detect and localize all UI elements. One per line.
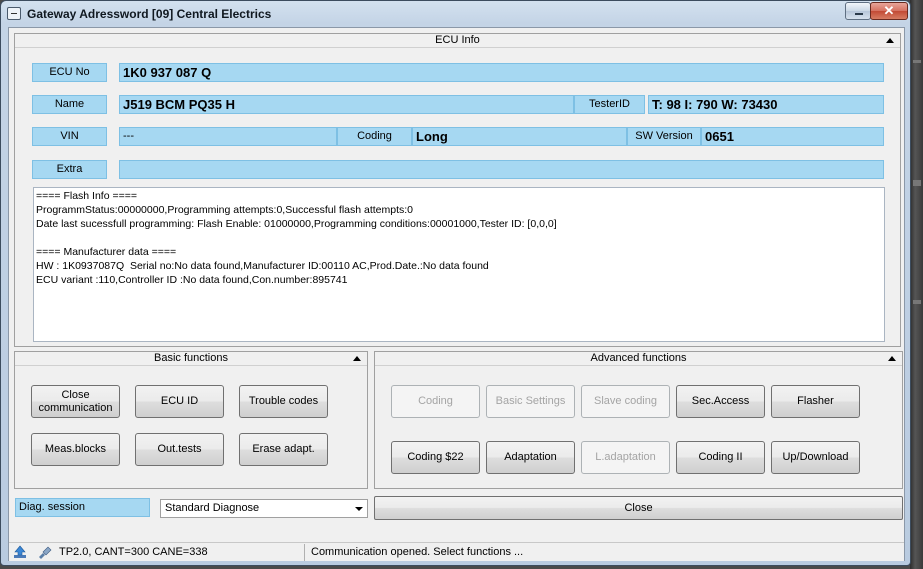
sw-version-label: SW Version bbox=[627, 127, 701, 146]
status-bar: TP2.0, CANT=300 CANE=338 Communication o… bbox=[9, 542, 904, 561]
vin-label: VIN bbox=[32, 127, 107, 146]
diag-session-selected: Standard Diagnose bbox=[165, 502, 260, 514]
basic-functions-title: Basic functions bbox=[154, 352, 228, 364]
diag-session-label: Diag. session bbox=[15, 498, 150, 517]
up-download-button[interactable]: Up/Download bbox=[771, 441, 860, 474]
title-bar[interactable]: Gateway Adressword [09] Central Electric… bbox=[1, 1, 910, 27]
ecu-info-title: ECU Info bbox=[435, 34, 480, 46]
l-adaptation-button[interactable]: L.adaptation bbox=[581, 441, 670, 474]
tester-id-value: T: 98 I: 790 W: 73430 bbox=[648, 95, 884, 114]
diag-session-select[interactable]: Standard Diagnose bbox=[160, 499, 368, 518]
erase-adapt-button[interactable]: Erase adapt. bbox=[239, 433, 328, 466]
ecu-id-button[interactable]: ECU ID bbox=[135, 385, 224, 418]
desktop-background bbox=[910, 0, 923, 569]
out-tests-button[interactable]: Out.tests bbox=[135, 433, 224, 466]
close-window-button[interactable]: ✕ bbox=[870, 2, 908, 20]
collapse-caret-icon[interactable] bbox=[886, 38, 894, 43]
status-message: Communication opened. Select functions .… bbox=[311, 546, 524, 558]
basic-functions-header[interactable]: Basic functions bbox=[15, 352, 367, 366]
coding-value: Long bbox=[412, 127, 627, 146]
meas-blocks-button[interactable]: Meas.blocks bbox=[31, 433, 120, 466]
flasher-button[interactable]: Flasher bbox=[771, 385, 860, 418]
connection-plug-icon bbox=[39, 546, 52, 559]
name-value: J519 BCM PQ35 H bbox=[119, 95, 574, 114]
tester-id-label: TesterID bbox=[574, 95, 645, 114]
ecu-no-label: ECU No bbox=[32, 63, 107, 82]
close-button[interactable]: Close bbox=[374, 496, 903, 520]
ecu-info-group: ECU Info ECU No 1K0 937 087 Q Name J519 … bbox=[14, 33, 901, 347]
coding-ii-button[interactable]: Coding II bbox=[676, 441, 765, 474]
ecu-no-value: 1K0 937 087 Q bbox=[119, 63, 884, 82]
client-area: ECU Info ECU No 1K0 937 087 Q Name J519 … bbox=[8, 27, 905, 561]
coding-22-button[interactable]: Coding $22 bbox=[391, 441, 480, 474]
sec-access-button[interactable]: Sec.Access bbox=[676, 385, 765, 418]
extra-value bbox=[119, 160, 884, 179]
coding-label: Coding bbox=[337, 127, 412, 146]
chevron-down-icon[interactable] bbox=[355, 507, 363, 511]
sw-version-value: 0651 bbox=[701, 127, 884, 146]
coding-button[interactable]: Coding bbox=[391, 385, 480, 418]
collapse-caret-icon[interactable] bbox=[353, 356, 361, 361]
adaptation-button[interactable]: Adaptation bbox=[486, 441, 575, 474]
protocol-status: TP2.0, CANT=300 CANE=338 bbox=[59, 546, 208, 558]
app-window: Gateway Adressword [09] Central Electric… bbox=[0, 0, 911, 566]
advanced-functions-group: Advanced functions Coding Basic Settings… bbox=[374, 351, 903, 489]
flash-info-text[interactable]: ==== Flash Info ==== ProgrammStatus:0000… bbox=[33, 187, 885, 342]
trouble-codes-button[interactable]: Trouble codes bbox=[239, 385, 328, 418]
upload-icon[interactable] bbox=[13, 545, 27, 559]
ecu-info-header[interactable]: ECU Info bbox=[15, 34, 900, 48]
slave-coding-button[interactable]: Slave coding bbox=[581, 385, 670, 418]
advanced-functions-title: Advanced functions bbox=[590, 352, 687, 364]
close-communication-button[interactable]: Close communication bbox=[31, 385, 120, 418]
advanced-functions-header[interactable]: Advanced functions bbox=[375, 352, 902, 366]
close-icon: ✕ bbox=[883, 3, 895, 18]
extra-label: Extra bbox=[32, 160, 107, 179]
basic-settings-button[interactable]: Basic Settings bbox=[486, 385, 575, 418]
status-divider bbox=[304, 544, 305, 561]
name-label: Name bbox=[32, 95, 107, 114]
minimize-button[interactable] bbox=[845, 2, 871, 20]
vin-value: --- bbox=[119, 127, 337, 146]
window-menu-icon[interactable] bbox=[7, 7, 21, 20]
basic-functions-group: Basic functions Close communication ECU … bbox=[14, 351, 368, 489]
collapse-caret-icon[interactable] bbox=[888, 356, 896, 361]
window-title: Gateway Adressword [09] Central Electric… bbox=[27, 7, 272, 21]
